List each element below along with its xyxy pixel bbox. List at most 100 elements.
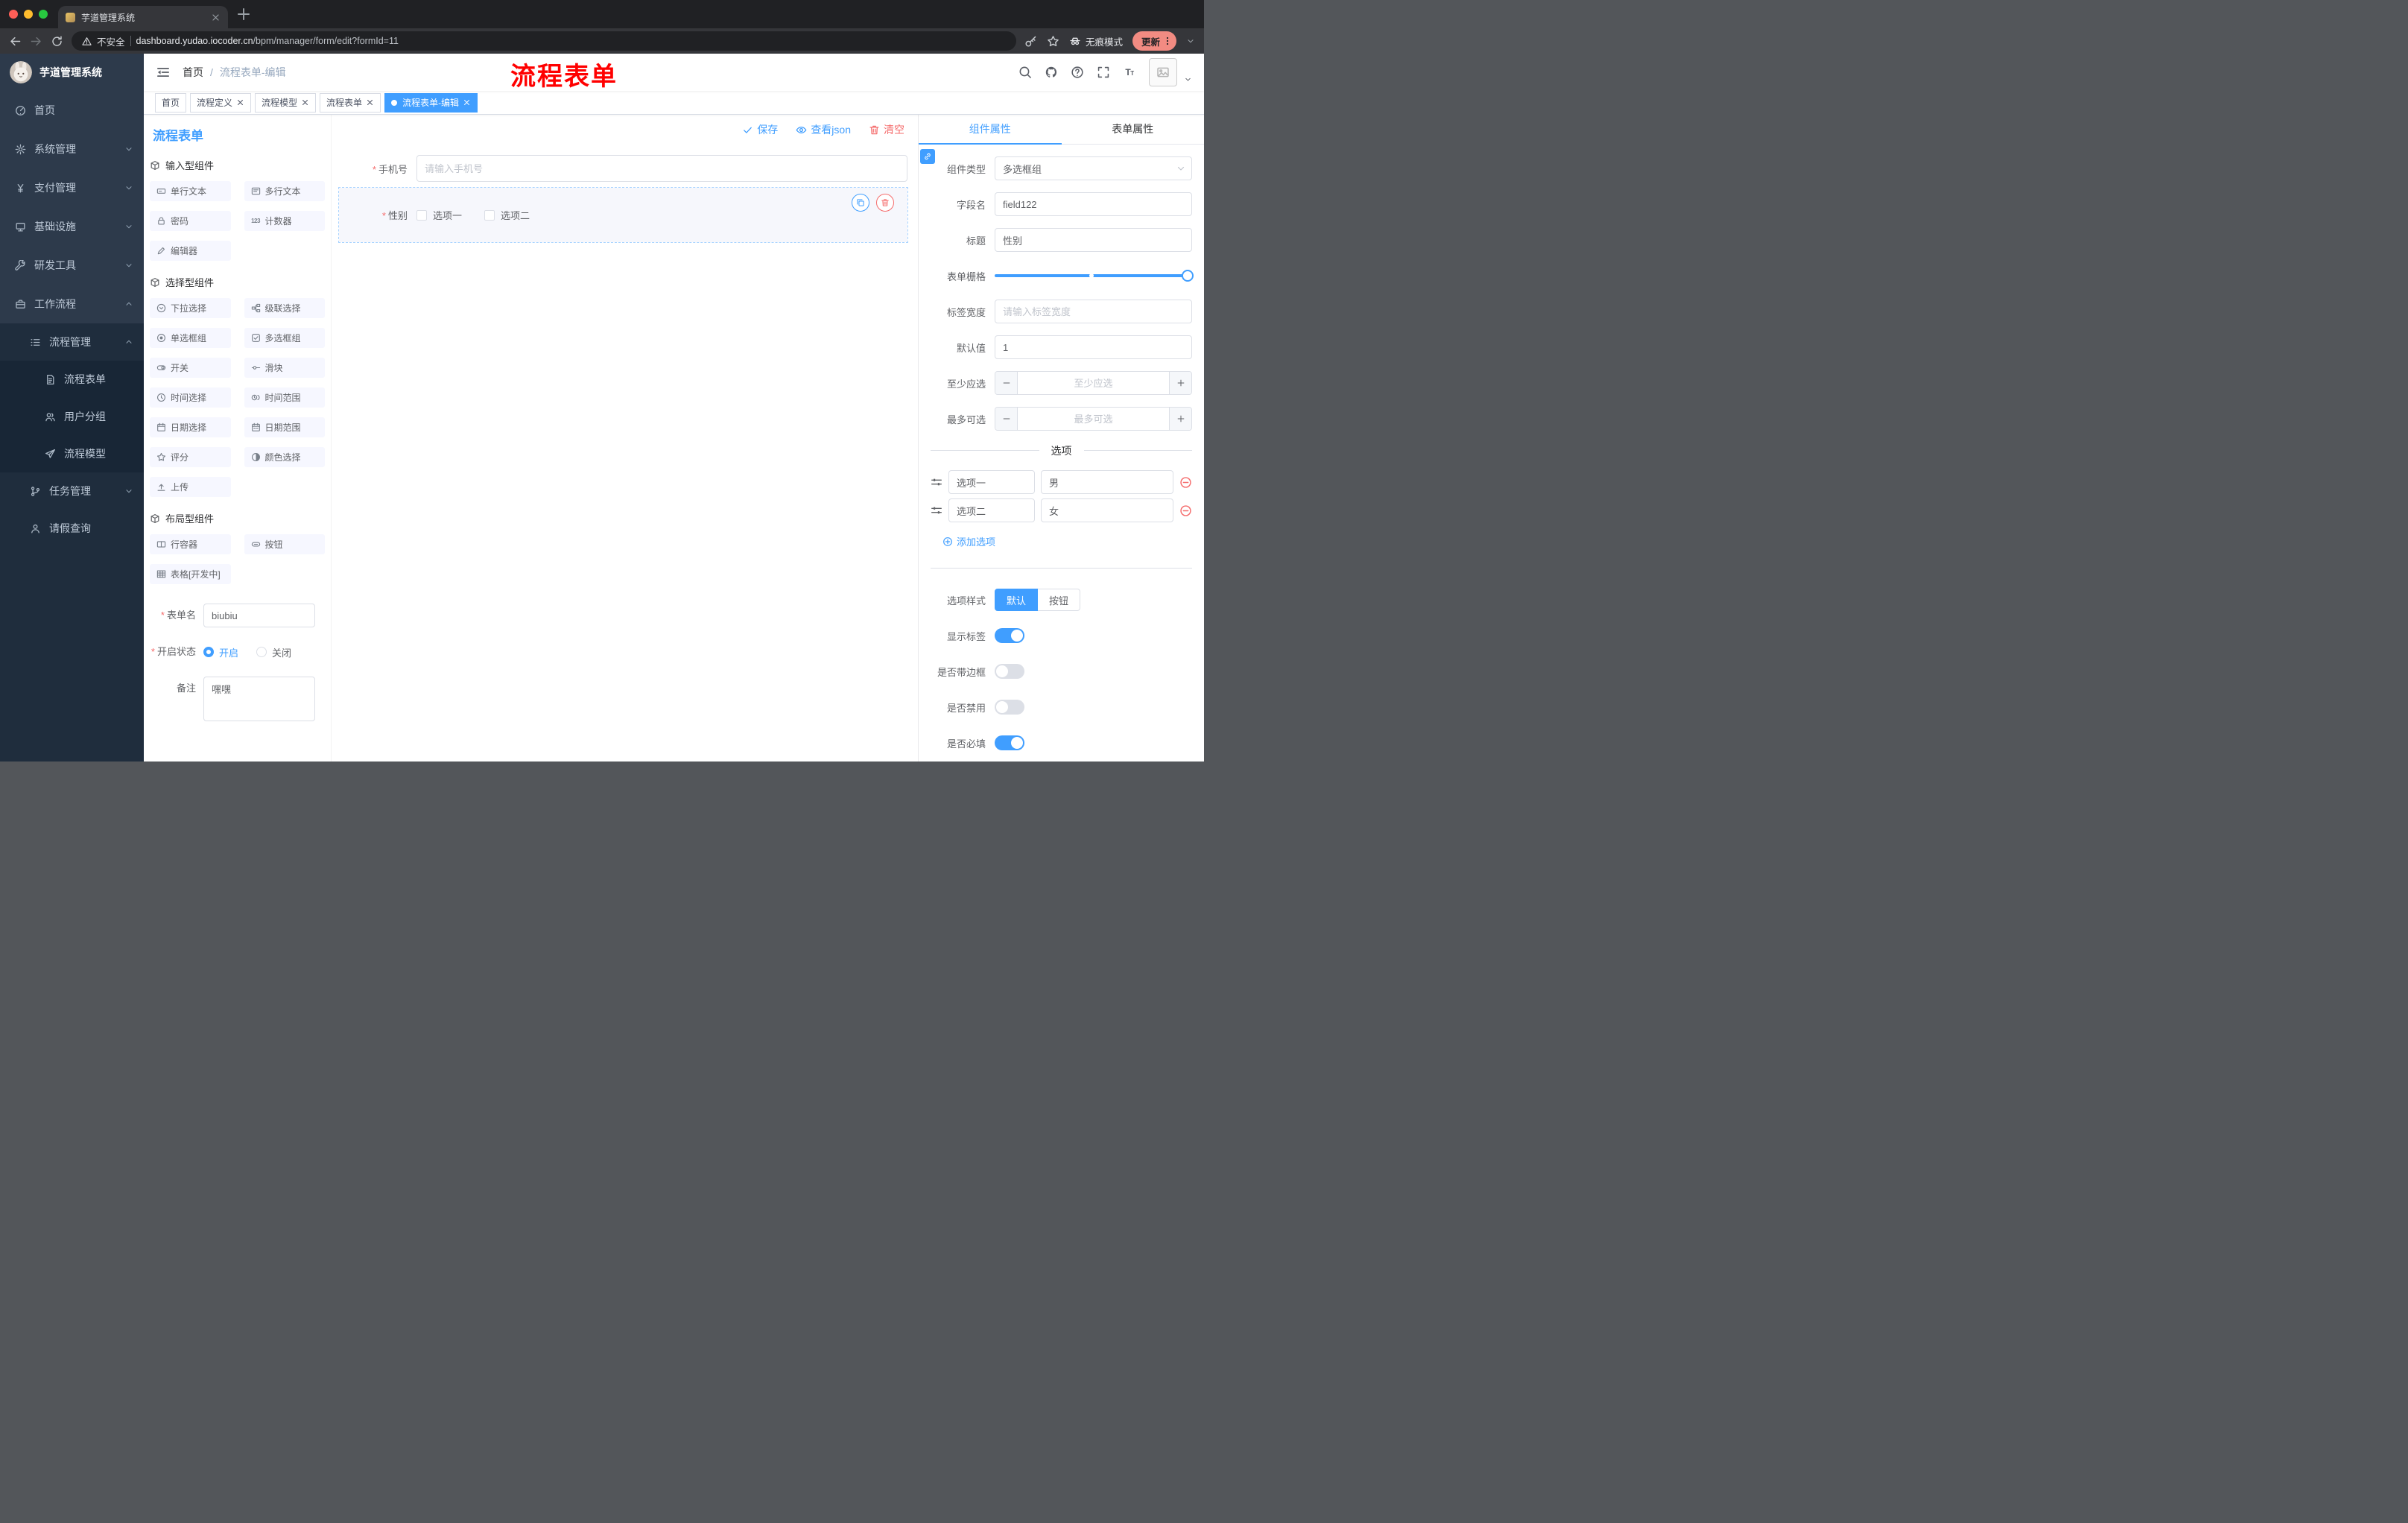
link-button[interactable] — [920, 149, 935, 164]
remove-option-button[interactable] — [1179, 476, 1192, 489]
tag-close-icon[interactable] — [366, 98, 374, 107]
palette-item[interactable]: 单选框组 — [150, 328, 231, 348]
sidebar-item-3[interactable]: 基础设施 — [0, 207, 144, 246]
palette-item[interactable]: 表格[开发中] — [150, 564, 231, 584]
avatar-caret-icon[interactable] — [1184, 75, 1192, 83]
tab-close-icon[interactable] — [211, 13, 221, 22]
copy-field-button[interactable] — [852, 194, 869, 212]
tag-3[interactable]: 流程表单 — [320, 92, 381, 113]
avatar[interactable] — [1149, 58, 1177, 86]
add-option-button[interactable]: 添加选项 — [942, 534, 1192, 548]
new-tab-button[interactable] — [235, 6, 252, 22]
sidebar-item-10[interactable]: 任务管理 — [0, 472, 144, 510]
palette-item[interactable]: 日期选择 — [150, 417, 231, 437]
phone-field[interactable]: 手机号 — [339, 155, 907, 182]
component-type-select[interactable]: 多选框组 — [995, 156, 1192, 180]
min-select-input[interactable] — [1018, 372, 1169, 394]
tag-close-icon[interactable] — [463, 98, 471, 107]
tag-1[interactable]: 流程定义 — [190, 92, 252, 113]
palette-item[interactable]: 评分 — [150, 447, 231, 467]
tag-2[interactable]: 流程模型 — [255, 92, 317, 113]
palette-item[interactable]: 滑块 — [244, 358, 325, 378]
sidebar-item-9[interactable]: 流程模型 — [0, 435, 144, 472]
search-icon[interactable] — [1018, 66, 1032, 79]
toggle-switch-3[interactable] — [995, 735, 1024, 750]
option-name-input[interactable] — [948, 498, 1035, 522]
drag-handle-icon[interactable] — [931, 504, 942, 516]
gender-option-0[interactable]: 选项一 — [416, 208, 462, 222]
style-default-button[interactable]: 默认 — [995, 589, 1039, 611]
view-json-button[interactable]: 查看json — [796, 122, 851, 137]
palette-item[interactable]: 密码 — [150, 211, 231, 231]
palette-item[interactable]: 123 计数器 — [244, 211, 325, 231]
palette-item[interactable]: 开关 — [150, 358, 231, 378]
palette-item[interactable]: 日期范围 — [244, 417, 325, 437]
label-width-input[interactable] — [995, 300, 1192, 323]
sidebar-item-5[interactable]: 工作流程 — [0, 285, 144, 323]
increase-button[interactable] — [1169, 408, 1191, 430]
gender-option-1[interactable]: 选项二 — [484, 208, 530, 222]
radio-open[interactable]: 开启 — [203, 645, 238, 659]
sidebar-item-11[interactable]: 请假查询 — [0, 510, 144, 547]
style-button-button[interactable]: 按钮 — [1038, 589, 1081, 611]
tag-4[interactable]: 流程表单-编辑 — [384, 92, 478, 113]
gender-field-selected[interactable]: 性别 选项一 选项二 — [338, 187, 908, 243]
sidebar-item-6[interactable]: 流程管理 — [0, 323, 144, 361]
decrease-button[interactable] — [995, 408, 1018, 430]
tag-close-icon[interactable] — [236, 98, 244, 107]
github-icon[interactable] — [1045, 66, 1058, 79]
maximize-window-button[interactable] — [39, 10, 48, 19]
breadcrumb-home[interactable]: 首页 — [183, 65, 203, 80]
forward-button[interactable] — [30, 35, 42, 48]
palette-item[interactable]: 级联选择 — [244, 298, 325, 318]
field-name-input[interactable] — [995, 192, 1192, 216]
sidebar-item-4[interactable]: 研发工具 — [0, 246, 144, 285]
caret-down-icon[interactable] — [1186, 37, 1195, 45]
fullscreen-icon[interactable] — [1097, 66, 1110, 79]
remove-option-button[interactable] — [1179, 504, 1192, 517]
password-manager-icon[interactable] — [1024, 35, 1037, 48]
tag-0[interactable]: 首页 — [155, 92, 187, 113]
max-select-input[interactable] — [1018, 408, 1169, 430]
tag-close-icon[interactable] — [301, 98, 309, 107]
palette-item[interactable]: 多选框组 — [244, 328, 325, 348]
drag-handle-icon[interactable] — [931, 476, 942, 488]
option-value-input[interactable] — [1041, 470, 1173, 494]
palette-item[interactable]: 多行文本 — [244, 181, 325, 201]
palette-item[interactable]: 上传 — [150, 477, 231, 497]
tab-component-props[interactable]: 组件属性 — [919, 115, 1062, 145]
browser-menu-icon[interactable] — [1162, 36, 1173, 46]
sidebar-item-2[interactable]: 支付管理 — [0, 168, 144, 207]
palette-item[interactable]: 下拉选择 — [150, 298, 231, 318]
minimize-window-button[interactable] — [24, 10, 33, 19]
browser-tab[interactable]: 芋道管理系统 — [58, 6, 228, 28]
toggle-switch-1[interactable] — [995, 664, 1024, 679]
font-size-icon[interactable]: TT — [1123, 66, 1136, 79]
form-name-input[interactable] — [203, 604, 315, 627]
save-button[interactable]: 保存 — [742, 122, 778, 137]
palette-item[interactable]: 单行文本 — [150, 181, 231, 201]
checkbox-box[interactable] — [416, 209, 427, 221]
sidebar-item-0[interactable]: 首页 — [0, 91, 144, 130]
palette-item[interactable]: 按钮 — [244, 534, 325, 554]
palette-item[interactable]: 编辑器 — [150, 241, 231, 261]
reload-button[interactable] — [51, 35, 63, 48]
form-grid-slider[interactable] — [995, 264, 1194, 288]
option-name-input[interactable] — [948, 470, 1035, 494]
palette-item[interactable]: 时间范围 — [244, 387, 325, 408]
palette-item[interactable]: 颜色选择 — [244, 447, 325, 467]
tab-form-props[interactable]: 表单属性 — [1062, 115, 1205, 144]
option-value-input[interactable] — [1041, 498, 1173, 522]
address-bar[interactable]: 不安全 dashboard.yudao.iocoder.cn/bpm/manag… — [72, 31, 1016, 51]
palette-item[interactable]: 行容器 — [150, 534, 231, 554]
collapse-sidebar-button[interactable] — [156, 65, 171, 80]
slider-handle[interactable] — [1182, 270, 1194, 282]
bookmark-star-icon[interactable] — [1047, 35, 1059, 48]
palette-item[interactable]: 时间选择 — [150, 387, 231, 408]
title-input[interactable] — [995, 228, 1192, 252]
checkbox-box[interactable] — [484, 209, 495, 221]
toggle-switch-0[interactable] — [995, 628, 1024, 643]
form-remark-input[interactable]: 嘿嘿 — [203, 677, 315, 721]
toggle-switch-2[interactable] — [995, 700, 1024, 715]
delete-field-button[interactable] — [876, 194, 894, 212]
